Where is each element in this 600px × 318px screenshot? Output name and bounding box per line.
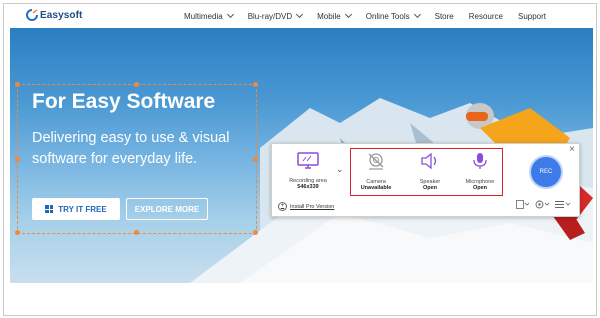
hero-subtitle: Delivering easy to use & visual software… (32, 130, 230, 167)
panel-toolbar (516, 200, 571, 209)
menu-icon[interactable] (555, 200, 571, 209)
recording-area-control[interactable]: Recording area 546x339 (282, 152, 334, 190)
nav-label: Mobile (317, 11, 341, 21)
nav-mobile[interactable]: Mobile (317, 10, 352, 21)
top-navbar: Easysoft Multimedia Blu-ray/DVD Mobile O… (4, 4, 596, 28)
camera-off-icon (368, 153, 384, 170)
nav-bluray-dvd[interactable]: Blu-ray/DVD (247, 10, 304, 21)
hero-title: For Easy Software (32, 90, 216, 113)
chevron-down-icon (413, 10, 421, 19)
resize-handle[interactable] (15, 230, 20, 235)
close-icon[interactable]: × (569, 144, 575, 155)
speaker-status: Open (422, 185, 438, 191)
resize-handle[interactable] (15, 157, 20, 162)
plus-icon: + (278, 202, 287, 211)
page-lower-area (10, 284, 593, 314)
recording-area-value: 546x339 (297, 184, 319, 190)
speaker-icon (421, 152, 437, 170)
install-label: Install Pro Version (290, 203, 335, 210)
nav-label: Multimedia (184, 11, 223, 21)
nav-support[interactable]: Support (518, 12, 546, 21)
nav-label: Online Tools (365, 11, 410, 21)
rec-label: REC (539, 169, 553, 175)
brand-logo[interactable]: Easysoft (26, 9, 83, 21)
camera-status: Unavailable (360, 185, 392, 191)
nav-online-tools[interactable]: Online Tools (365, 10, 421, 21)
screen-recorder-panel: × Recording area 546x339 ⌄ Camera Unavai… (271, 143, 580, 217)
browser-frame: Easysoft Multimedia Blu-ray/DVD Mobile O… (3, 3, 597, 316)
nav-store[interactable]: Store (435, 12, 454, 21)
button-label: TRY IT FREE (58, 204, 107, 214)
output-format-icon[interactable] (516, 200, 529, 209)
microphone-control[interactable]: Microphone Open (460, 152, 500, 191)
resize-handle[interactable] (134, 82, 139, 87)
chevron-down-icon (226, 10, 234, 19)
microphone-status: Open (472, 185, 488, 191)
install-pro-link[interactable]: + Install Pro Version (278, 202, 334, 211)
gear-icon[interactable] (535, 200, 549, 209)
button-label: EXPLORE MORE (134, 204, 200, 214)
resize-handle[interactable] (15, 82, 20, 87)
chevron-down-icon (296, 10, 304, 19)
resize-handle[interactable] (253, 230, 258, 235)
easysoft-logo-icon (26, 9, 38, 21)
monitor-icon (297, 152, 319, 169)
chevron-down-icon[interactable]: ⌄ (336, 164, 344, 175)
nav-label: Store (434, 11, 454, 21)
explore-more-button[interactable]: EXPLORE MORE (126, 198, 208, 220)
camera-control[interactable]: Camera Unavailable (356, 152, 396, 191)
nav-multimedia[interactable]: Multimedia (184, 10, 234, 21)
try-it-free-button[interactable]: TRY IT FREE (32, 198, 120, 220)
resize-handle[interactable] (253, 82, 258, 87)
chevron-down-icon (344, 10, 352, 19)
main-menu: Multimedia Blu-ray/DVD Mobile Online Too… (184, 4, 561, 28)
nav-label: Support (517, 11, 547, 21)
windows-icon (45, 205, 54, 213)
rec-button[interactable]: REC (531, 157, 561, 187)
microphone-icon (473, 153, 487, 169)
resize-handle[interactable] (134, 230, 139, 235)
nav-label: Resource (468, 11, 503, 21)
nav-label: Blu-ray/DVD (247, 11, 293, 21)
nav-resource[interactable]: Resource (469, 12, 503, 21)
brand-name: Easysoft (40, 9, 83, 21)
speaker-control[interactable]: Speaker Open (410, 152, 450, 191)
